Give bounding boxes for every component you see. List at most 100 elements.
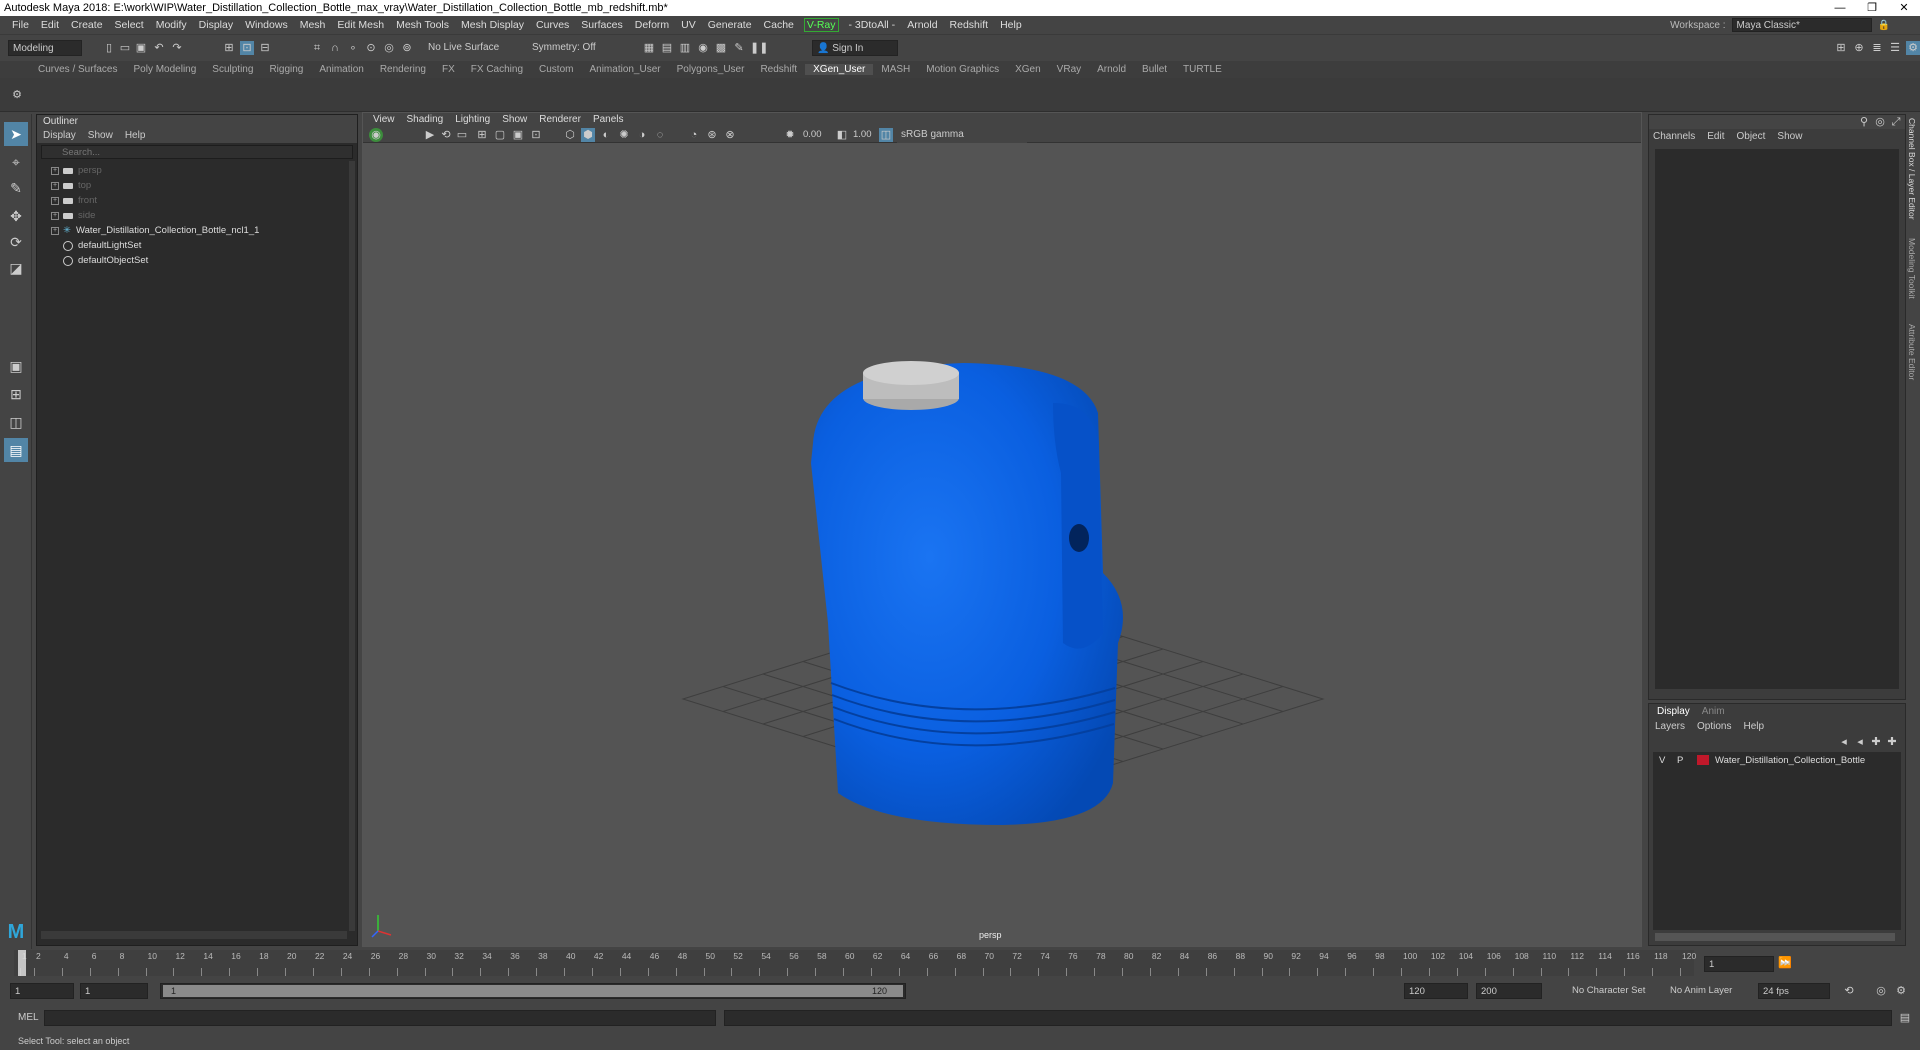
four-view-icon[interactable]: ⊞: [4, 382, 28, 406]
shelf-tab-polygons-user[interactable]: Polygons_User: [669, 64, 753, 75]
snap-surface-icon[interactable]: ◎: [382, 41, 396, 55]
outliner-item-persp[interactable]: + persp: [51, 163, 357, 178]
exposure-icon[interactable]: ✹: [783, 128, 797, 142]
shelf-settings-icon[interactable]: ⚙: [10, 88, 24, 102]
single-view-icon[interactable]: ▣: [4, 354, 28, 378]
shelf-tab-turtle[interactable]: TURTLE: [1175, 64, 1230, 75]
toggle-outliner-icon[interactable]: ⚙: [1906, 41, 1920, 55]
outliner-hscrollbar[interactable]: [41, 931, 347, 939]
save-scene-icon[interactable]: ▣: [134, 41, 148, 55]
menu-3dtoall[interactable]: - 3DtoAll -: [843, 19, 902, 31]
outliner-item-bottle-group[interactable]: + ✳ Water_Distillation_Collection_Bottle_n…: [51, 223, 357, 238]
snap-live-icon[interactable]: ⊚: [400, 41, 414, 55]
viewport-menu-show[interactable]: Show: [502, 113, 527, 127]
xray-icon[interactable]: ◔: [687, 128, 701, 142]
scale-tool-icon[interactable]: ◪: [4, 256, 28, 280]
menu-cache[interactable]: Cache: [758, 19, 800, 31]
snap-grid-icon[interactable]: ⌗: [310, 41, 324, 55]
range-bar[interactable]: 1 120: [160, 983, 906, 999]
menu-surfaces[interactable]: Surfaces: [575, 19, 628, 31]
exposure-value[interactable]: 0.00: [803, 129, 822, 140]
current-frame-field[interactable]: 1: [1704, 956, 1774, 972]
toggle-channel-box-icon[interactable]: ☰: [1888, 41, 1902, 55]
move-layer-up-icon[interactable]: ◂: [1837, 735, 1851, 749]
symmetry-dropdown[interactable]: Symmetry: Off: [528, 40, 602, 56]
mel-label[interactable]: MEL: [18, 1012, 39, 1023]
fps-dropdown[interactable]: 24 fps: [1758, 983, 1830, 999]
menu-deform[interactable]: Deform: [629, 19, 675, 31]
outliner-item-default-light-set[interactable]: defaultLightSet: [51, 238, 357, 253]
shelf-tab-fx-caching[interactable]: FX Caching: [463, 64, 531, 75]
film-gate-icon[interactable]: ▢: [493, 128, 507, 142]
layer-hscrollbar[interactable]: [1655, 933, 1895, 941]
shelf-tab-xgen-user[interactable]: XGen_User: [805, 64, 874, 75]
new-layer-icon[interactable]: ✚: [1885, 735, 1899, 749]
layer-color-swatch[interactable]: [1697, 755, 1709, 765]
close-button[interactable]: ✕: [1888, 0, 1920, 16]
smooth-shade-icon[interactable]: ⬢: [581, 128, 595, 142]
character-set-dropdown[interactable]: No Character Set: [1568, 983, 1652, 999]
textured-icon[interactable]: ◐: [599, 128, 613, 142]
safe-action-icon[interactable]: ⊡: [529, 128, 543, 142]
menu-file[interactable]: File: [6, 19, 35, 31]
workspace-dropdown[interactable]: Maya Classic*: [1731, 18, 1872, 32]
expand-icon[interactable]: +: [51, 181, 59, 190]
minimize-button[interactable]: —: [1824, 0, 1856, 16]
shelf-tab-rigging[interactable]: Rigging: [261, 64, 311, 75]
snap-curve-icon[interactable]: ∩: [328, 41, 342, 55]
layer-menu-layers[interactable]: Layers: [1655, 720, 1685, 734]
viewport-menu-panels[interactable]: Panels: [593, 113, 624, 127]
expand-icon[interactable]: +: [51, 226, 59, 235]
viewport-menu-shading[interactable]: Shading: [407, 113, 444, 127]
menu-arnold[interactable]: Arnold: [901, 19, 943, 31]
backface-icon[interactable]: ⊗: [723, 128, 737, 142]
wireframe-icon[interactable]: ⬡: [563, 128, 577, 142]
menu-create[interactable]: Create: [65, 19, 109, 31]
open-scene-icon[interactable]: ▭: [118, 41, 132, 55]
loop-icon[interactable]: ⟲: [1842, 984, 1856, 998]
shelf-tab-sculpting[interactable]: Sculpting: [204, 64, 261, 75]
undo-icon[interactable]: ↶: [152, 41, 166, 55]
camera-select-icon[interactable]: ◉: [369, 128, 383, 142]
playback-end-field[interactable]: 120: [1404, 983, 1468, 999]
live-surface-label[interactable]: No Live Surface: [424, 40, 504, 56]
shadows-icon[interactable]: ◑: [635, 128, 649, 142]
viewport-menu-renderer[interactable]: Renderer: [539, 113, 581, 127]
snap-point-icon[interactable]: ∘: [346, 41, 360, 55]
menu-vray[interactable]: V-Ray: [803, 17, 839, 32]
move-tool-icon[interactable]: ✥: [4, 204, 28, 228]
outliner-menu-display[interactable]: Display: [43, 129, 76, 143]
snap-view-icon[interactable]: ⊙: [364, 41, 378, 55]
script-editor-icon[interactable]: ▤: [1898, 1011, 1912, 1025]
scene-start-field[interactable]: 1: [10, 983, 74, 999]
scene-end-field[interactable]: 200: [1476, 983, 1542, 999]
channel-menu-channels[interactable]: Channels: [1653, 129, 1695, 145]
layer-tab-display[interactable]: Display: [1653, 706, 1694, 718]
camera-attributes-icon[interactable]: ▶: [423, 128, 437, 142]
shelf-tab-animation[interactable]: Animation: [311, 64, 371, 75]
viewport-menu-view[interactable]: View: [373, 113, 395, 127]
playback-start-field[interactable]: 1: [80, 983, 148, 999]
outliner-layout-icon[interactable]: ▤: [4, 438, 28, 462]
hypershade-icon[interactable]: ◉: [696, 41, 710, 55]
xray-joints-icon[interactable]: ⊛: [705, 128, 719, 142]
restore-button[interactable]: ❐: [1856, 0, 1888, 16]
outliner-item-side[interactable]: + side: [51, 208, 357, 223]
resolution-gate-icon[interactable]: ▣: [511, 128, 525, 142]
new-scene-icon[interactable]: ▯: [102, 41, 116, 55]
shelf-tab-redshift[interactable]: Redshift: [752, 64, 805, 75]
command-input[interactable]: [44, 1010, 716, 1026]
outliner-vscrollbar[interactable]: [349, 161, 355, 931]
shelf-tab-vray[interactable]: VRay: [1049, 64, 1089, 75]
color-management-icon[interactable]: ◫: [879, 128, 893, 142]
time-ruler[interactable]: 1246810121416182022242628303234363840424…: [14, 950, 1696, 976]
time-slider[interactable]: 1246810121416182022242628303234363840424…: [0, 950, 1920, 980]
menu-mesh[interactable]: Mesh: [294, 19, 332, 31]
channel-menu-object[interactable]: Object: [1737, 129, 1766, 145]
ipr-render-icon[interactable]: ▤: [660, 41, 674, 55]
range-handle[interactable]: 1 120: [163, 985, 903, 997]
layer-menu-help[interactable]: Help: [1743, 720, 1764, 734]
animation-preferences-icon[interactable]: ⚙: [1894, 984, 1908, 998]
side-tab-channel-box[interactable]: Channel Box / Layer Editor: [1907, 118, 1917, 220]
paint-select-tool-icon[interactable]: ✎: [4, 176, 28, 200]
